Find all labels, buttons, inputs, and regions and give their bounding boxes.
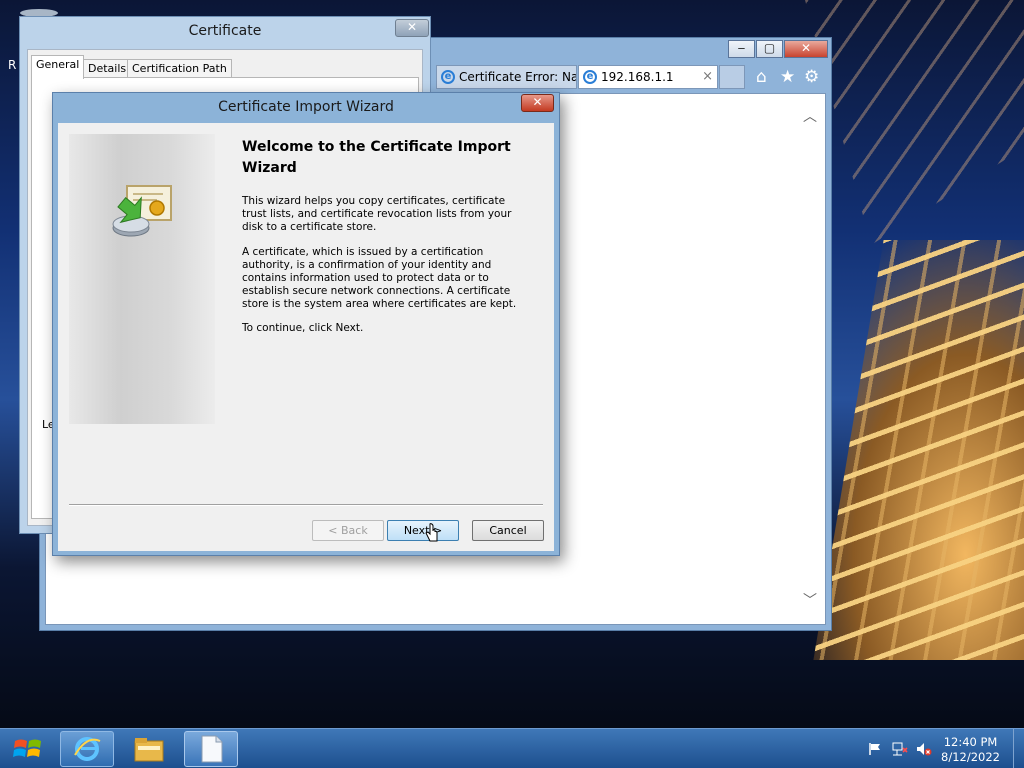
folder-icon xyxy=(134,738,164,762)
minimize-button[interactable]: ‒ xyxy=(728,40,755,58)
background-window-text: R xyxy=(8,58,17,72)
wizard-side-banner xyxy=(69,134,215,424)
tab-192-168-1-1[interactable]: e 192.168.1.1 × xyxy=(578,65,718,89)
taskbar: 12:40 PM 8/12/2022 xyxy=(0,728,1024,768)
tab-certificate-error[interactable]: e Certificate Error: Na... xyxy=(436,65,577,89)
mouse-cursor-icon xyxy=(425,523,438,542)
certificate-import-wizard-dialog: Certificate Import Wizard ✕ Welcome to t… xyxy=(52,92,560,556)
close-icon[interactable]: ✕ xyxy=(395,19,429,37)
scroll-up-icon[interactable]: ︿ xyxy=(803,110,817,124)
blank-document-icon xyxy=(201,735,223,763)
tab-label: 192.168.1.1 xyxy=(601,70,674,84)
action-center-flag-icon[interactable] xyxy=(868,742,882,756)
show-desktop-button[interactable] xyxy=(1013,729,1024,768)
wizard-paragraph-3: To continue, click Next. xyxy=(242,322,364,334)
scroll-down-icon[interactable]: ﹀ xyxy=(803,594,817,608)
clock-date: 8/12/2022 xyxy=(941,750,1000,764)
ie-page-icon: e xyxy=(583,70,597,84)
taskbar-internet-explorer[interactable] xyxy=(60,731,114,767)
tab-certification-path[interactable]: Certification Path xyxy=(127,59,232,79)
tab-label: Certificate Error: Na... xyxy=(459,70,577,84)
cancel-button[interactable]: Cancel xyxy=(472,520,544,541)
tab-details[interactable]: Details xyxy=(83,59,132,79)
tab-close-icon[interactable]: × xyxy=(702,66,713,88)
wizard-separator xyxy=(69,504,543,506)
system-clock[interactable]: 12:40 PM 8/12/2022 xyxy=(941,735,1000,765)
clock-time: 12:40 PM xyxy=(943,735,998,749)
back-button[interactable]: < Back xyxy=(312,520,384,541)
wizard-heading: Welcome to the Certificate Import Wizard xyxy=(242,139,511,176)
desktop-wallpaper-structure xyxy=(805,0,1024,245)
start-button[interactable] xyxy=(2,731,54,767)
certificate-window-title: Certificate xyxy=(188,23,262,39)
new-tab-button[interactable] xyxy=(719,65,745,89)
next-button[interactable]: Next > xyxy=(387,520,459,541)
wizard-content: Welcome to the Certificate Import Wizard… xyxy=(58,123,554,551)
taskbar-file-explorer[interactable] xyxy=(122,731,176,767)
ie-page-icon: e xyxy=(441,70,455,84)
ie-close-button[interactable]: ✕ xyxy=(784,40,828,58)
network-icon[interactable] xyxy=(892,742,908,756)
tools-gear-icon[interactable]: ⚙ xyxy=(804,68,819,86)
favorites-star-icon[interactable]: ★ xyxy=(780,68,795,86)
close-icon[interactable]: ✕ xyxy=(521,94,554,112)
wizard-title: Certificate Import Wizard xyxy=(218,99,394,115)
windows-logo-icon xyxy=(13,739,41,757)
internet-explorer-icon xyxy=(74,737,101,761)
speaker-muted-icon[interactable] xyxy=(916,742,932,756)
home-icon[interactable]: ⌂ xyxy=(756,68,767,86)
wizard-paragraph-1: This wizard helps you copy certificates,… xyxy=(242,195,512,233)
certificate-import-icon xyxy=(112,185,172,237)
maximize-button[interactable]: ▢ xyxy=(756,40,783,58)
tab-general[interactable]: General xyxy=(31,55,85,79)
taskbar-document-window[interactable] xyxy=(184,731,238,767)
wizard-paragraph-2: A certificate, which is issued by a cert… xyxy=(242,246,517,310)
